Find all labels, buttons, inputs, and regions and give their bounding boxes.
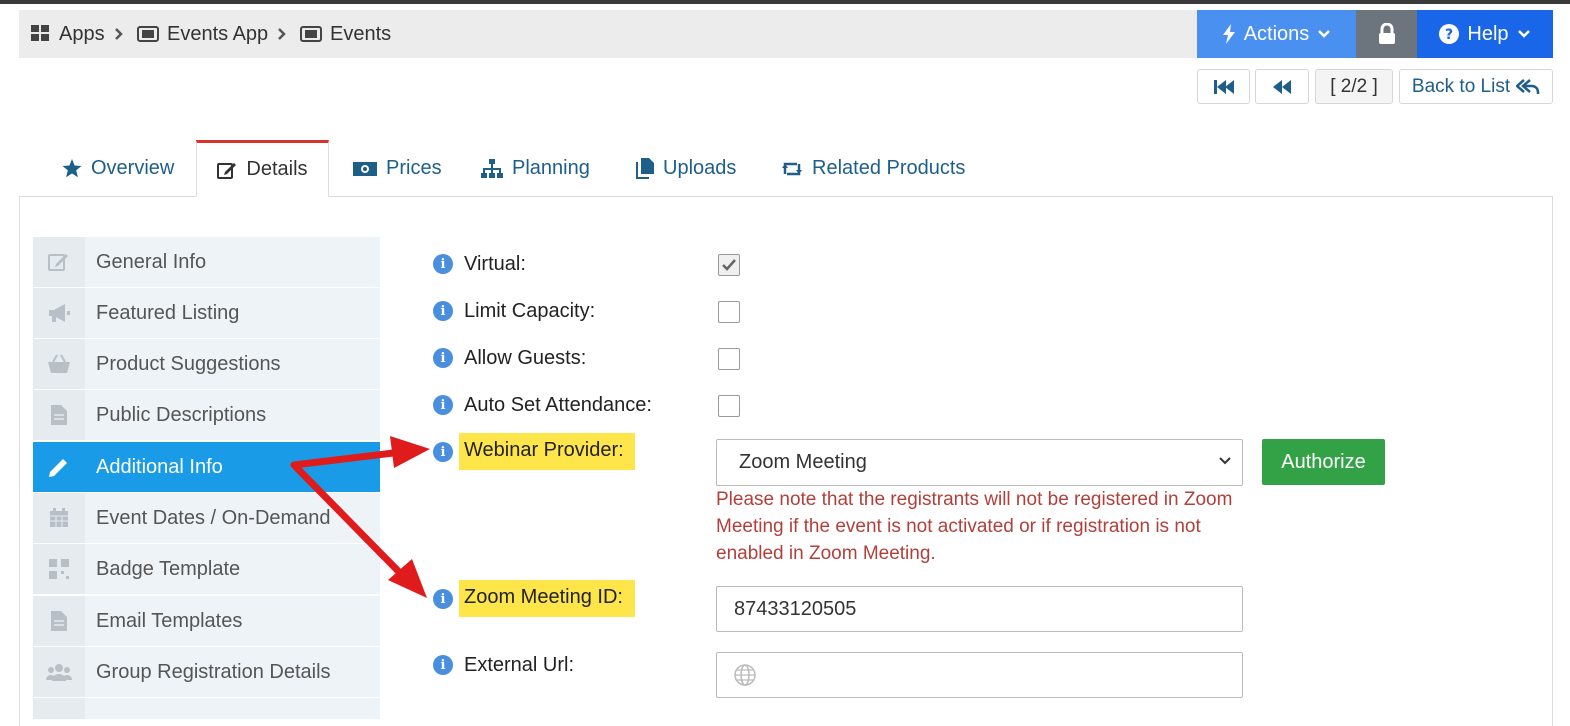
basket-icon: [33, 339, 85, 389]
tab-related-products[interactable]: Related Products: [781, 140, 965, 197]
sidebar-item-group-registration[interactable]: Group Registration Details: [33, 647, 380, 697]
file-icon: [33, 390, 85, 440]
authorize-button[interactable]: Authorize: [1262, 439, 1385, 485]
retweet-icon: [782, 162, 802, 175]
sidebar-item-event-dates[interactable]: Event Dates / On-Demand: [33, 493, 380, 543]
sidebar-item-general-info[interactable]: General Info: [33, 237, 380, 287]
chevron-right-icon: [114, 10, 124, 58]
actions-button[interactable]: Actions: [1197, 10, 1356, 58]
tab-uploads[interactable]: Uploads: [636, 140, 736, 197]
zoom-meeting-id-label: Zoom Meeting ID:: [459, 580, 635, 617]
qrcode-icon: [33, 544, 85, 594]
edit-icon: [217, 162, 237, 179]
zoom-meeting-id-input[interactable]: 87433120505: [716, 586, 1243, 632]
bolt-icon: [1222, 24, 1235, 44]
limit-capacity-label: Limit Capacity:: [464, 300, 596, 322]
back-to-list-button[interactable]: Back to List: [1399, 69, 1553, 104]
tab-overview[interactable]: Overview: [62, 140, 174, 197]
zoom-warning-text: Please note that the registrants will no…: [716, 489, 1233, 564]
virtual-checkbox[interactable]: [718, 254, 740, 276]
sidebar-item-badge-template[interactable]: Badge Template: [33, 544, 380, 594]
sitemap-icon: [481, 158, 503, 178]
question-circle-icon: ?: [1439, 24, 1460, 44]
svg-text:?: ?: [1445, 27, 1453, 43]
sidebar-item-additional-info[interactable]: Additional Info: [33, 442, 380, 492]
top-border: [0, 0, 1570, 4]
tab-prices[interactable]: Prices: [353, 140, 442, 197]
previous-record-button[interactable]: [1255, 69, 1309, 104]
grid-icon: [31, 25, 49, 41]
ticket-icon: [137, 26, 159, 42]
lock-icon: [1378, 23, 1395, 44]
virtual-label: Virtual:: [464, 253, 526, 275]
money-icon: [353, 161, 377, 176]
sidebar-item-product-suggestions[interactable]: Product Suggestions: [33, 339, 380, 389]
webinar-provider-label: Webinar Provider:: [459, 433, 635, 470]
reply-all-icon: [1516, 78, 1540, 94]
external-url-input[interactable]: [716, 652, 1243, 698]
webinar-provider-select[interactable]: Zoom Meeting: [716, 439, 1243, 486]
megaphone-icon: [33, 288, 85, 338]
breadcrumb-apps[interactable]: Apps: [31, 10, 105, 58]
ticket-icon: [300, 26, 322, 42]
users-icon: [33, 647, 85, 697]
sidebar-item-partial[interactable]: [33, 698, 380, 719]
external-url-label: External Url:: [464, 654, 575, 676]
allow-guests-checkbox[interactable]: [718, 348, 740, 370]
file-icon: [33, 596, 85, 646]
sidebar-item-featured-listing[interactable]: Featured Listing: [33, 288, 380, 338]
chevron-down-icon: [1318, 30, 1331, 38]
info-icon[interactable]: i: [433, 254, 453, 274]
tab-planning[interactable]: Planning: [481, 140, 590, 197]
fast-backward-icon: [1213, 79, 1234, 94]
auto-attendance-label: Auto Set Attendance:: [464, 394, 652, 416]
check-icon: [722, 259, 736, 271]
record-counter: [ 2/2 ]: [1315, 69, 1393, 104]
chevron-right-icon: [277, 10, 287, 58]
info-icon[interactable]: i: [433, 301, 453, 321]
allow-guests-label: Allow Guests:: [464, 347, 587, 369]
partial-icon: [33, 698, 85, 719]
tab-details[interactable]: Details: [196, 140, 329, 197]
star-icon: [62, 159, 82, 178]
backward-icon: [1273, 79, 1291, 94]
edit-icon: [33, 237, 85, 287]
info-icon[interactable]: i: [433, 395, 453, 415]
info-icon[interactable]: i: [433, 655, 453, 675]
info-icon[interactable]: i: [433, 348, 453, 368]
globe-icon: [734, 664, 756, 686]
lock-button[interactable]: [1356, 10, 1417, 58]
pencil-icon: [33, 442, 85, 492]
auto-attendance-checkbox[interactable]: [718, 395, 740, 417]
sidebar-item-email-templates[interactable]: Email Templates: [33, 596, 380, 646]
chevron-down-icon: [1517, 30, 1530, 38]
help-button[interactable]: ? Help: [1417, 10, 1553, 58]
breadcrumb: Apps Events App Events: [19, 10, 1197, 58]
files-icon: [636, 158, 654, 179]
info-icon[interactable]: i: [433, 442, 453, 462]
calendar-icon: [33, 493, 85, 543]
breadcrumb-events[interactable]: Events: [300, 10, 391, 58]
first-record-button[interactable]: [1197, 69, 1250, 104]
sidebar-item-public-descriptions[interactable]: Public Descriptions: [33, 390, 380, 440]
chevron-down-icon: [1219, 457, 1231, 465]
breadcrumb-events-app[interactable]: Events App: [137, 10, 268, 58]
info-icon[interactable]: i: [433, 589, 453, 609]
limit-capacity-checkbox[interactable]: [718, 301, 740, 323]
